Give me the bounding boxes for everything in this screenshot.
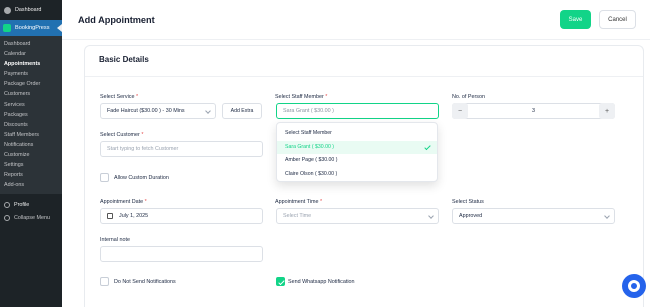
staff-select[interactable]: Sara Grant ( $30.00 )	[276, 103, 439, 119]
cancel-button[interactable]: Cancel	[599, 10, 636, 29]
status-select[interactable]: Approved	[452, 208, 615, 224]
page-header: Add Appointment Save Cancel	[62, 0, 650, 40]
check-icon	[424, 143, 431, 150]
sidebar-item-package-order[interactable]: Package Order	[0, 79, 62, 89]
service-select[interactable]: Fade Haircut ($30.00 ) - 30 Mins	[100, 103, 216, 119]
sidebar-item-staff-members[interactable]: Staff Members	[0, 130, 62, 140]
persons-decrement-button[interactable]: −	[452, 103, 468, 119]
internal-note-label: Internal note	[100, 237, 130, 243]
user-icon	[4, 201, 10, 208]
section-title: Basic Details	[99, 55, 149, 64]
whatsapp-label: Send Whatsapp Notification	[288, 279, 355, 285]
page-title: Add Appointment	[78, 14, 155, 25]
profile-label: Profile	[14, 201, 30, 208]
persons-label: No. of Person	[452, 94, 485, 100]
status-label: Select Status	[452, 199, 484, 205]
persons-increment-button[interactable]: +	[599, 103, 615, 119]
date-label: Appointment Date *	[100, 199, 147, 205]
sidebar-item-profile[interactable]: Profile	[0, 198, 62, 211]
bookingpress-label: BookingPress	[15, 25, 50, 31]
staff-value: Sara Grant ( $30.00 )	[283, 108, 334, 114]
whatsapp-checkbox[interactable]	[276, 277, 285, 286]
sidebar-item-add-ons[interactable]: Add-ons	[0, 180, 62, 190]
time-placeholder: Select Time	[283, 213, 312, 219]
help-widget-button[interactable]	[622, 274, 646, 298]
status-value: Approved	[459, 213, 483, 219]
persons-stepper[interactable]: 3	[452, 103, 615, 119]
custom-duration-checkbox[interactable]	[100, 173, 109, 182]
chevron-down-icon	[604, 213, 610, 219]
sidebar-item-discounts[interactable]: Discounts	[0, 120, 62, 130]
sidebar-item-reports[interactable]: Reports	[0, 170, 62, 180]
time-label: Appointment Time *	[275, 199, 323, 205]
calendar-icon	[107, 213, 113, 219]
staff-option[interactable]: Claire Olson ( $30.00 )	[277, 168, 437, 182]
time-select[interactable]: Select Time	[276, 208, 439, 224]
staff-option[interactable]: Amber Page ( $30.00 )	[277, 154, 437, 168]
add-extra-button[interactable]: Add Extra	[222, 103, 262, 119]
staff-option-selected[interactable]: Sara Grant ( $30.00 )	[277, 140, 437, 154]
wp-admin-sidebar: Dashboard BookingPress Dashboard Calenda…	[0, 0, 62, 307]
no-notify-checkbox[interactable]	[100, 277, 109, 286]
bookingpress-logo-icon	[3, 24, 11, 32]
collapse-label: Collapse Menu	[14, 214, 50, 221]
customer-search-input[interactable]: Start typing to fetch Customer	[100, 141, 263, 157]
dashboard-icon	[4, 6, 11, 14]
basic-details-panel: Basic Details Select Service * Fade Hair…	[84, 45, 644, 307]
sidebar-item-appointments[interactable]: Appointments	[0, 59, 62, 69]
service-value: Fade Haircut ($30.00 ) - 30 Mins	[107, 108, 185, 114]
sidebar-item-settings[interactable]: Settings	[0, 160, 62, 170]
sidebar-item-dashboard[interactable]: Dashboard	[0, 39, 62, 49]
wp-dashboard-label: Dashboard	[15, 7, 42, 13]
sidebar-item-customers[interactable]: Customers	[0, 89, 62, 99]
sidebar-item-notifications[interactable]: Notifications	[0, 140, 62, 150]
chevron-down-icon	[205, 108, 211, 114]
date-picker[interactable]: July 1, 2025	[100, 208, 263, 224]
section-divider	[85, 76, 643, 77]
lifebuoy-icon	[628, 280, 640, 292]
no-notify-label: Do Not Send Notifications	[114, 279, 176, 285]
collapse-menu-button[interactable]: Collapse Menu	[0, 211, 62, 224]
sidebar-item-packages[interactable]: Packages	[0, 110, 62, 120]
staff-option[interactable]: Select Staff Member	[277, 127, 437, 141]
save-button[interactable]: Save	[560, 10, 591, 29]
sidebar-item-payments[interactable]: Payments	[0, 69, 62, 79]
service-label: Select Service *	[100, 94, 139, 100]
bookingpress-submenu: Dashboard Calendar Appointments Payments…	[0, 36, 62, 195]
staff-label: Select Staff Member *	[275, 94, 328, 100]
sidebar-item-services[interactable]: Services	[0, 100, 62, 110]
collapse-icon	[4, 214, 10, 221]
staff-dropdown: Select Staff Member Sara Grant ( $30.00 …	[276, 122, 438, 182]
customer-label: Select Customer *	[100, 132, 144, 138]
main-content: Add Appointment Save Cancel Basic Detail…	[62, 0, 650, 307]
bookingpress-menu[interactable]: BookingPress	[0, 20, 62, 36]
custom-duration-label: Allow Custom Duration	[114, 175, 169, 181]
sidebar-item-customize[interactable]: Customize	[0, 150, 62, 160]
chevron-down-icon	[428, 213, 434, 219]
persons-value: 3	[532, 108, 535, 114]
wp-dashboard-link[interactable]: Dashboard	[0, 0, 62, 20]
internal-note-input[interactable]	[100, 246, 263, 262]
sidebar-item-calendar[interactable]: Calendar	[0, 49, 62, 59]
date-value: July 1, 2025	[119, 213, 149, 219]
